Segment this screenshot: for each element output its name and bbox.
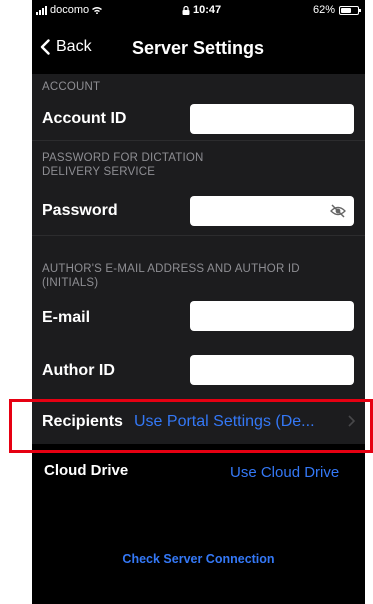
carrier-name: docomo bbox=[50, 4, 90, 16]
battery-indicator: 62% bbox=[312, 4, 361, 16]
navigation-bar: Back Server Settings bbox=[32, 28, 365, 68]
phone-screen: docomo 10:47 62% Back Server Settings AC… bbox=[32, 0, 365, 604]
author-section: AUTHOR'S E-MAIL ADDRESS AND AUTHOR ID (I… bbox=[32, 236, 365, 400]
account-id-field[interactable] bbox=[190, 104, 354, 134]
email-label: E-mail bbox=[42, 309, 91, 326]
password-header-line1: PASSWORD FOR DICTATION bbox=[42, 152, 204, 164]
password-label: Password bbox=[42, 202, 118, 219]
wifi-icon bbox=[92, 7, 103, 14]
use-cloud-drive-link[interactable]: Use Cloud Drive bbox=[230, 464, 339, 481]
password-field[interactable] bbox=[190, 196, 354, 226]
password-section-header: PASSWORD FOR DICTATION DELIVERY SERVICE bbox=[32, 151, 365, 179]
author-id-label: Author ID bbox=[42, 362, 115, 379]
account-section: ACCOUNT Account ID bbox=[32, 74, 365, 140]
clock: 10:47 bbox=[182, 4, 221, 16]
account-id-label: Account ID bbox=[42, 110, 127, 127]
author-header-line1: AUTHOR'S E-MAIL ADDRESS AND AUTHOR ID bbox=[42, 263, 300, 275]
time-text: 10:47 bbox=[193, 4, 222, 16]
carrier-indicator: docomo bbox=[36, 4, 103, 16]
email-field[interactable] bbox=[190, 301, 354, 331]
status-bar: docomo 10:47 62% bbox=[32, 0, 365, 22]
battery-icon bbox=[339, 5, 361, 15]
check-server-connection-button[interactable]: Check Server Connection bbox=[32, 552, 365, 566]
signal-icon bbox=[36, 5, 47, 15]
battery-percent: 62% bbox=[312, 4, 335, 16]
password-section: PASSWORD FOR DICTATION DELIVERY SERVICE … bbox=[32, 141, 365, 235]
settings-list: ACCOUNT Account ID PASSWORD FOR DICTATIO… bbox=[32, 74, 365, 604]
account-section-header: ACCOUNT bbox=[42, 81, 101, 93]
password-header-line2: DELIVERY SERVICE bbox=[42, 166, 156, 178]
highlight-box bbox=[9, 399, 373, 453]
back-button[interactable]: Back bbox=[40, 38, 92, 56]
author-section-header: AUTHOR'S E-MAIL ADDRESS AND AUTHOR ID (I… bbox=[32, 262, 365, 290]
page-title: Server Settings bbox=[132, 38, 265, 58]
back-label: Back bbox=[56, 38, 92, 55]
author-id-field[interactable] bbox=[190, 355, 354, 385]
eye-slash-icon[interactable] bbox=[330, 204, 346, 218]
cloud-drive-label: Cloud Drive bbox=[44, 462, 129, 479]
lock-icon bbox=[182, 5, 190, 15]
author-header-line2: (INITIALS) bbox=[42, 277, 99, 289]
chevron-left-icon bbox=[40, 39, 50, 55]
